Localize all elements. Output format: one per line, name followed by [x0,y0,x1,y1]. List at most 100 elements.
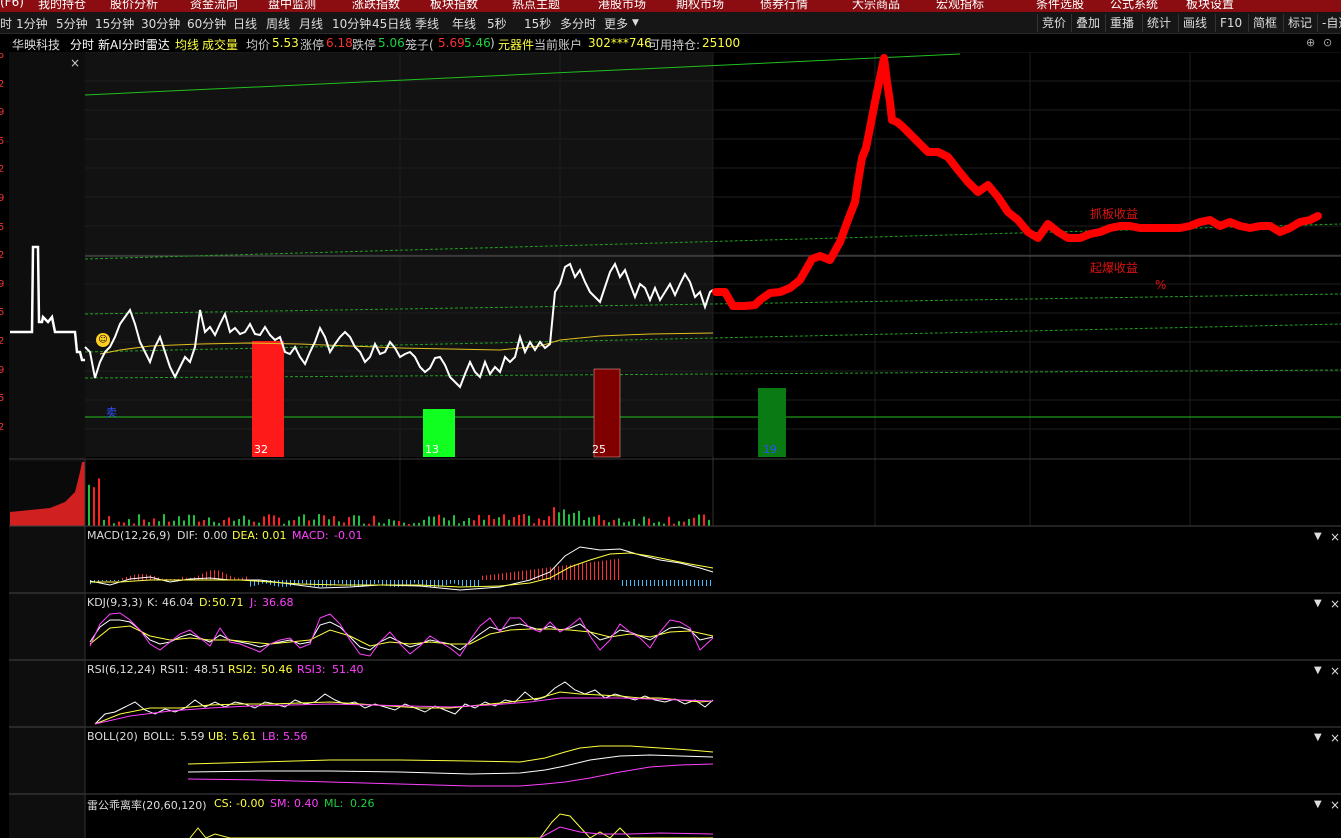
top-menu-item[interactable]: 公式系统 [1110,0,1158,11]
macd-bar [122,578,123,580]
toolbar-button[interactable]: 统计 [1142,14,1175,32]
top-menu-item[interactable]: 盘中监测 [268,0,316,11]
lgqll-cs-value: -0.00 [236,797,265,810]
toolbar-button[interactable]: 叠加 [1071,14,1104,32]
volume-bar [708,519,710,526]
rsi-dropdown-icon[interactable]: ▼ [1314,665,1322,676]
toolbar-button[interactable]: F10 [1215,14,1246,32]
top-menu-item[interactable]: 涨跌指数 [352,0,400,11]
rsi-close-icon[interactable]: × [1330,664,1340,678]
macd-bar [506,572,507,580]
volume-bar [498,517,500,526]
volume-bar [423,519,425,526]
top-menu-item[interactable]: 大宗商品 [852,0,900,11]
top-menu-item[interactable]: 资金流向 [190,0,238,11]
volume-bar [683,521,685,526]
period-tab[interactable]: 5秒 [487,15,507,32]
top-menu-item[interactable]: 我的持仓 [38,0,86,11]
period-tab[interactable]: 季线 [415,15,439,32]
kdj-j-label: J: [250,596,257,609]
macd-name[interactable]: MACD(12,26,9) [87,529,171,542]
boll-close-icon[interactable]: × [1330,731,1340,745]
period-tab[interactable]: 更多 [604,15,628,32]
avg-line-label[interactable]: 均线 [175,36,199,53]
period-tab[interactable]: 多分时 [560,15,596,32]
volume-bar [528,515,530,526]
top-menu-item[interactable]: 板块设置 [1186,0,1234,11]
toolbar-button[interactable]: 竞价 [1037,14,1070,32]
toolbar-button[interactable]: 标记 [1283,14,1316,32]
stock-name[interactable]: 华映科技 [12,36,60,53]
cage-low: 5.69 [438,36,465,50]
lgqll-dropdown-icon[interactable]: ▼ [1314,799,1322,810]
top-menu-item[interactable]: 港股市场 [598,0,646,11]
indicator-name[interactable]: 新AI分时雷达 [98,36,170,53]
sell-signal-label: 卖 [106,406,117,419]
period-tab[interactable]: 15秒 [524,15,551,32]
macd-bar [458,580,459,585]
add-window-icon[interactable]: ⊕ [1306,36,1315,49]
top-menu-item[interactable]: 热点主题 [512,0,560,11]
kdj-close-icon[interactable]: × [1330,597,1340,611]
period-tab[interactable]: 年线 [452,15,476,32]
period-tab[interactable]: 周线 [266,15,290,32]
top-menu-item[interactable]: 条件选股 [1036,0,1084,11]
volume-bar [473,520,475,526]
more-dropdown-icon[interactable]: ▼ [632,18,639,28]
rsi-name[interactable]: RSI(6,12,24) [87,663,155,676]
macd-bar [706,580,707,586]
boll-dropdown-icon[interactable]: ▼ [1314,732,1322,743]
macd-dea-label: DEA: [232,529,259,542]
period-tab[interactable]: 5分钟 [56,15,88,32]
volume-bars [88,478,710,526]
top-menu-item[interactable]: 宏观指标 [936,0,984,11]
top-menu-item[interactable]: 股价分析 [110,0,158,11]
period-tab[interactable]: 10分钟 [332,15,371,32]
macd-bar [470,580,471,587]
macd-dropdown-icon[interactable]: ▼ [1314,531,1322,542]
period-tab[interactable]: 时 [0,15,12,32]
kdj-j-line [89,612,714,657]
period-tab[interactable]: 1分钟 [16,15,48,32]
volume-bar [318,514,320,526]
macd-bar [598,561,599,580]
macd-dea-value: 0.01 [262,529,287,542]
holding-value: 25100 [702,36,741,50]
settings-window-icon[interactable]: ⊙ [1323,36,1332,49]
lgqll-close-icon[interactable]: × [1330,798,1340,812]
volume-bar [393,520,395,526]
period-tab[interactable]: 日线 [233,15,257,32]
toolbar-button[interactable]: 画线 [1178,14,1211,32]
toolbar-button[interactable]: -自选 [1317,14,1341,32]
top-menu-item[interactable]: 期权市场 [676,0,724,11]
period-tab[interactable]: 15分钟 [95,15,134,32]
volume-bar [478,514,480,526]
boll-name[interactable]: BOLL(20) [87,730,138,743]
top-menu-item[interactable]: (F6) [0,0,24,11]
period-tab[interactable]: 月线 [299,15,323,32]
kdj-dropdown-icon[interactable]: ▼ [1314,598,1322,609]
period-tab[interactable]: 60分钟 [187,15,226,32]
volume-bar [508,519,510,526]
toolbar-button[interactable]: 简框 [1248,14,1281,32]
lgqll-name[interactable]: 雷公乖离率(20,60,120) [87,797,207,813]
mode-label[interactable]: 分时 [70,36,94,53]
volume-bar [398,521,400,526]
kdj-j-value: 36.68 [262,596,294,609]
volume-bar [178,516,180,526]
volume-label[interactable]: 成交量 [202,36,238,53]
macd-close-icon[interactable]: × [1330,530,1340,544]
top-menu-item[interactable]: 债券行情 [760,0,808,11]
pre-market-line [10,245,85,362]
volume-bar [103,519,105,526]
period-tab[interactable]: 45日线 [372,15,411,32]
kdj-name[interactable]: KDJ(9,3,3) [87,596,143,609]
top-menu-item[interactable]: 板块指数 [430,0,478,11]
volume-bar [488,515,490,526]
cage-close: ) [490,36,495,50]
period-tab[interactable]: 30分钟 [141,15,180,32]
holding-label: 可用持仓: [648,38,701,52]
toolbar-button[interactable]: 重播 [1105,14,1138,32]
macd-bar [498,573,499,580]
widget-label[interactable]: 元器件 [498,36,534,53]
